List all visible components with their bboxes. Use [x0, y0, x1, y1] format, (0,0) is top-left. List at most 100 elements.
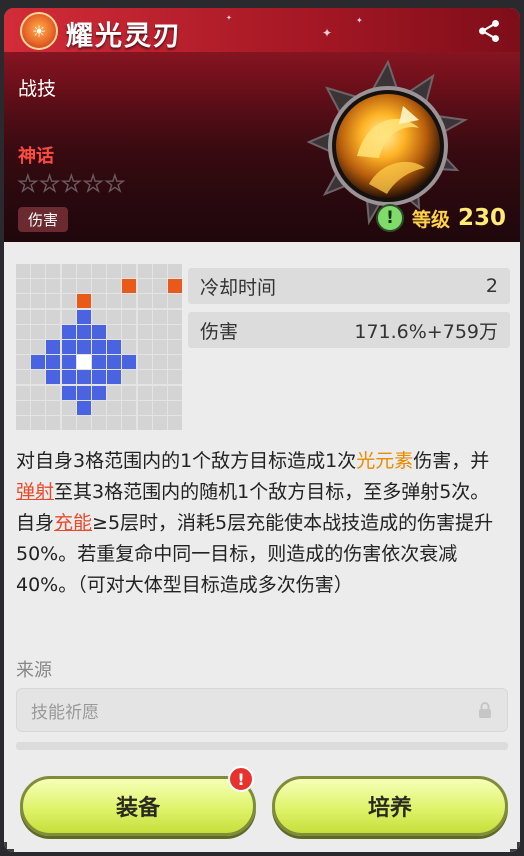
range-cell-in-range: [46, 370, 61, 385]
range-cell: [46, 264, 61, 278]
range-cell: [152, 370, 167, 385]
range-cell: [61, 309, 76, 324]
range-cell: [167, 385, 182, 400]
range-cell: [107, 309, 122, 324]
range-cell: [31, 324, 46, 339]
range-cell-self: [76, 355, 91, 370]
range-cell-in-range: [107, 339, 122, 354]
stat-row-cooldown: 冷却时间 2: [188, 268, 510, 304]
source-field: 技能祈愿: [16, 688, 508, 732]
range-cell: [107, 415, 122, 430]
source-label: 来源: [16, 660, 52, 681]
sparkle-icon: ✦: [356, 16, 363, 25]
range-cell: [61, 279, 76, 294]
range-cell: [137, 370, 152, 385]
range-cell: [152, 264, 167, 278]
star-icon: ★: [61, 172, 82, 197]
star-rating: ★ ★ ★ ★ ★: [17, 172, 125, 197]
range-cell: [31, 279, 46, 294]
range-cell: [91, 294, 106, 309]
sparkle-icon: ✦: [322, 26, 333, 40]
range-cell: [31, 385, 46, 400]
range-grid: [16, 264, 182, 430]
keyword-charge[interactable]: 充能: [54, 512, 92, 534]
range-cell-in-range: [61, 385, 76, 400]
range-cell: [167, 355, 182, 370]
range-cell-in-range: [61, 324, 76, 339]
corner-decoration: [510, 842, 520, 852]
skill-category: 战技: [18, 78, 57, 100]
range-cell: [137, 324, 152, 339]
divider: [16, 742, 508, 750]
stat-label: 伤害: [200, 320, 239, 343]
range-cell-in-range: [76, 385, 91, 400]
range-cell: [122, 309, 137, 324]
range-cell-in-range: [61, 355, 76, 370]
range-cell: [61, 294, 76, 309]
range-cell: [91, 264, 106, 278]
exclamation-icon[interactable]: !: [376, 204, 404, 232]
range-cell: [76, 415, 91, 430]
range-cell-in-range: [76, 400, 91, 415]
range-cell: [16, 294, 30, 309]
level-value: 230: [458, 205, 507, 231]
range-cell: [152, 415, 167, 430]
equip-button[interactable]: 装备: [20, 776, 256, 836]
range-cell: [16, 370, 30, 385]
range-cell: [46, 415, 61, 430]
range-cell: [137, 264, 152, 278]
range-cell: [122, 264, 137, 278]
range-cell: [16, 339, 30, 354]
range-cell: [31, 264, 46, 278]
range-cell-enemy: [122, 279, 137, 294]
range-cell: [167, 309, 182, 324]
range-cell: [16, 400, 30, 415]
range-cell-in-range: [61, 370, 76, 385]
range-cell: [167, 400, 182, 415]
range-cell: [16, 324, 30, 339]
range-cell: [31, 339, 46, 354]
range-cell: [122, 385, 137, 400]
range-cell: [167, 264, 182, 278]
title-bar: ☀ 耀光灵刃 ✦ ✦ ✦: [4, 8, 520, 52]
range-cell-in-range: [61, 339, 76, 354]
range-cell: [31, 370, 46, 385]
range-cell-in-range: [107, 370, 122, 385]
keyword-light-element[interactable]: 光元素: [356, 450, 413, 472]
range-cell: [107, 294, 122, 309]
range-cell: [76, 264, 91, 278]
range-cell: [167, 370, 182, 385]
stat-value: 171.6%+759万: [354, 320, 498, 343]
range-cell: [152, 339, 167, 354]
range-cell: [122, 415, 137, 430]
skill-header: ☀ 耀光灵刃 ✦ ✦ ✦ 战技 神话 ★ ★ ★ ★ ★ 伤害 ! 等级 230: [4, 8, 520, 242]
range-cell: [137, 339, 152, 354]
range-cell: [167, 324, 182, 339]
star-icon: ★: [39, 172, 60, 197]
range-cell-in-range: [122, 355, 137, 370]
train-button[interactable]: 培养: [272, 776, 508, 836]
share-icon[interactable]: [476, 18, 502, 44]
range-cell: [137, 400, 152, 415]
star-icon: ★: [83, 172, 104, 197]
range-cell: [107, 385, 122, 400]
range-cell: [16, 309, 30, 324]
source-value: 技能祈愿: [31, 702, 99, 723]
range-cell: [137, 279, 152, 294]
range-cell: [46, 324, 61, 339]
notification-alert-icon: !: [228, 766, 254, 792]
corner-decoration: [4, 842, 14, 852]
range-cell: [152, 355, 167, 370]
skill-title: 耀光灵刃: [66, 21, 182, 52]
range-cell: [107, 279, 122, 294]
keyword-bounce[interactable]: 弹射: [16, 481, 54, 503]
range-cell: [31, 294, 46, 309]
range-cell: [167, 294, 182, 309]
range-cell: [152, 400, 167, 415]
range-cell: [16, 279, 30, 294]
range-cell: [107, 400, 122, 415]
range-cell-in-range: [91, 370, 106, 385]
star-icon: ★: [17, 172, 38, 197]
range-cell: [152, 309, 167, 324]
range-cell: [31, 309, 46, 324]
